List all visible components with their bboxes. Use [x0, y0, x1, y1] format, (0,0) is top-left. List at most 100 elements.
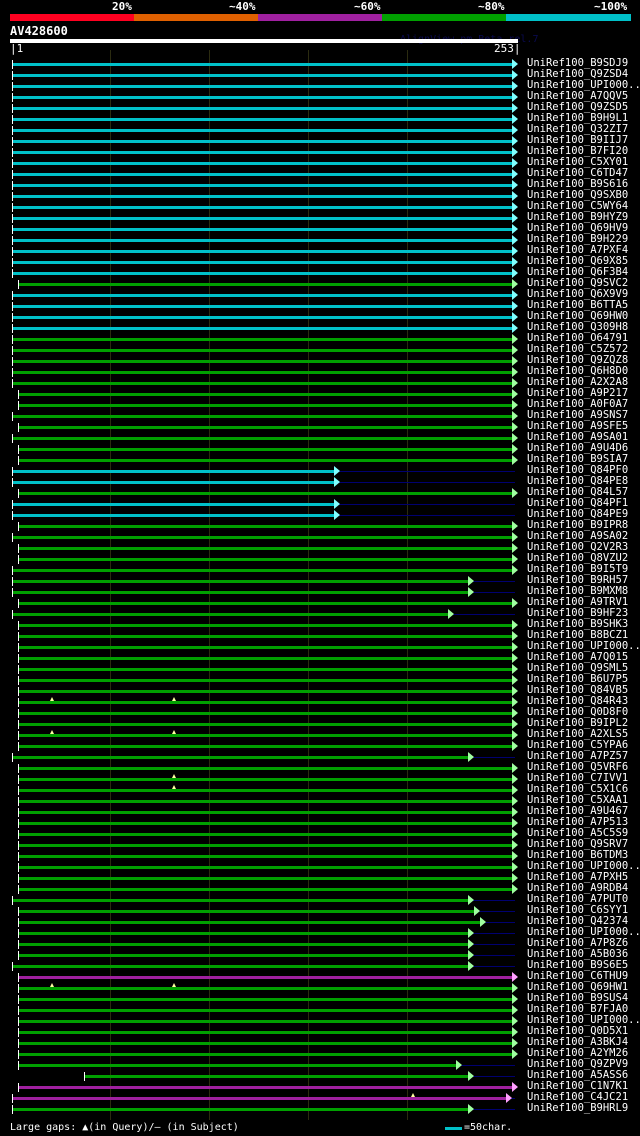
hit-alignment-bar[interactable]	[17, 811, 512, 814]
hit-alignment-bar[interactable]	[17, 932, 469, 935]
hit-alignment-bar[interactable]	[12, 591, 469, 594]
hit-alignment-bar[interactable]	[17, 1020, 512, 1023]
hit-alignment-bar[interactable]	[17, 404, 512, 407]
hit-alignment-bar[interactable]	[12, 382, 512, 385]
hit-alignment-bar[interactable]	[12, 470, 335, 473]
hit-alignment-bar[interactable]	[12, 305, 512, 308]
hit-alignment-bar[interactable]	[17, 283, 512, 286]
hit-alignment-bar[interactable]	[17, 1053, 512, 1056]
hit-alignment-bar[interactable]	[12, 85, 512, 88]
hit-alignment-bar[interactable]	[17, 723, 512, 726]
hit-alignment-bar[interactable]	[12, 272, 512, 275]
hit-alignment-bar[interactable]	[12, 206, 512, 209]
hit-alignment-bar[interactable]	[12, 899, 469, 902]
hit-alignment-bar[interactable]	[17, 745, 512, 748]
hit-alignment-bar[interactable]	[17, 877, 512, 880]
hit-alignment-bar[interactable]	[12, 338, 512, 341]
hit-alignment-bar[interactable]	[17, 624, 512, 627]
hit-alignment-bar[interactable]	[17, 855, 512, 858]
hit-alignment-bar[interactable]	[12, 327, 512, 330]
hit-alignment-bar[interactable]	[12, 437, 512, 440]
hit-alignment-bar[interactable]	[12, 1108, 469, 1111]
hit-alignment-bar[interactable]	[17, 668, 512, 671]
hit-alignment-bar[interactable]	[17, 679, 512, 682]
hit-end-arrow-icon	[512, 774, 518, 784]
hit-alignment-bar[interactable]	[12, 349, 512, 352]
hit-alignment-bar[interactable]	[12, 756, 469, 759]
hit-alignment-bar[interactable]	[12, 965, 469, 968]
hit-alignment-bar[interactable]	[17, 426, 512, 429]
hit-alignment-bar[interactable]	[12, 415, 512, 418]
hit-alignment-bar[interactable]	[17, 866, 512, 869]
hit-alignment-bar[interactable]	[12, 217, 512, 220]
hit-alignment-bar[interactable]	[17, 657, 512, 660]
hit-alignment-bar[interactable]	[12, 569, 512, 572]
hit-alignment-bar[interactable]	[17, 393, 512, 396]
hit-alignment-bar[interactable]	[17, 459, 512, 462]
hit-alignment-bar[interactable]	[12, 580, 469, 583]
hit-alignment-bar[interactable]	[83, 1075, 469, 1078]
hit-alignment-bar[interactable]	[12, 162, 512, 165]
hit-alignment-bar[interactable]	[12, 118, 512, 121]
hit-alignment-bar[interactable]	[17, 943, 469, 946]
hit-alignment-bar[interactable]	[17, 1042, 512, 1045]
hit-alignment-bar[interactable]	[17, 921, 481, 924]
hit-alignment-bar[interactable]	[12, 360, 512, 363]
hit-alignment-bar[interactable]	[12, 228, 512, 231]
hit-alignment-bar[interactable]	[12, 371, 512, 374]
hit-alignment-bar[interactable]	[12, 261, 512, 264]
hit-alignment-bar[interactable]	[12, 514, 335, 517]
unaligned-extension	[337, 515, 515, 516]
hit-alignment-bar[interactable]	[17, 525, 512, 528]
hit-alignment-bar[interactable]	[12, 316, 512, 319]
hit-alignment-bar[interactable]	[17, 690, 512, 693]
hit-alignment-bar[interactable]	[17, 1064, 457, 1067]
hit-alignment-bar[interactable]	[12, 481, 335, 484]
hit-alignment-bar[interactable]	[12, 239, 512, 242]
hit-label[interactable]: UniRef100_B9HRL9	[527, 1102, 628, 1114]
hit-alignment-bar[interactable]	[17, 547, 512, 550]
hit-alignment-bar[interactable]	[17, 910, 475, 913]
hit-alignment-bar[interactable]	[17, 492, 512, 495]
hit-alignment-bar[interactable]	[17, 987, 512, 990]
hit-alignment-bar[interactable]	[17, 558, 512, 561]
hit-alignment-bar[interactable]	[17, 701, 512, 704]
hit-alignment-bar[interactable]	[17, 998, 512, 1001]
hit-alignment-bar[interactable]	[17, 1009, 512, 1012]
hit-alignment-bar[interactable]	[12, 140, 512, 143]
hit-alignment-bar[interactable]	[12, 294, 512, 297]
hit-alignment-bar[interactable]	[17, 844, 512, 847]
hit-alignment-bar[interactable]	[12, 151, 512, 154]
hit-alignment-bar[interactable]	[17, 1086, 512, 1089]
hit-alignment-bar[interactable]	[12, 613, 449, 616]
hit-alignment-bar[interactable]	[17, 822, 512, 825]
hit-alignment-bar[interactable]	[17, 646, 512, 649]
hit-alignment-bar[interactable]	[17, 833, 512, 836]
hit-alignment-bar[interactable]	[17, 448, 512, 451]
hit-alignment-bar[interactable]	[12, 96, 512, 99]
hit-alignment-bar[interactable]	[17, 888, 512, 891]
hit-alignment-bar[interactable]	[17, 602, 512, 605]
hit-alignment-bar[interactable]	[12, 250, 512, 253]
hit-alignment-bar[interactable]	[12, 184, 512, 187]
hit-alignment-bar[interactable]	[17, 767, 512, 770]
hit-alignment-bar[interactable]	[12, 173, 512, 176]
hit-alignment-bar[interactable]	[17, 789, 512, 792]
hit-alignment-bar[interactable]	[12, 503, 335, 506]
hit-alignment-bar[interactable]	[17, 635, 512, 638]
hit-alignment-bar[interactable]	[17, 734, 512, 737]
hit-alignment-bar[interactable]	[17, 954, 469, 957]
hit-alignment-bar[interactable]	[17, 712, 512, 715]
hit-alignment-bar[interactable]	[17, 1031, 512, 1034]
hit-row[interactable]: UniRef100_B9HRL9	[0, 1102, 640, 1115]
hit-alignment-bar[interactable]	[17, 976, 512, 979]
hit-alignment-bar[interactable]	[12, 63, 512, 66]
hit-alignment-bar[interactable]	[12, 195, 512, 198]
hit-alignment-bar[interactable]	[12, 536, 512, 539]
hit-alignment-bar[interactable]	[12, 1097, 506, 1100]
hit-alignment-bar[interactable]	[17, 778, 512, 781]
hit-alignment-bar[interactable]	[12, 129, 512, 132]
hit-alignment-bar[interactable]	[12, 74, 512, 77]
hit-alignment-bar[interactable]	[12, 107, 512, 110]
hit-alignment-bar[interactable]	[17, 800, 512, 803]
